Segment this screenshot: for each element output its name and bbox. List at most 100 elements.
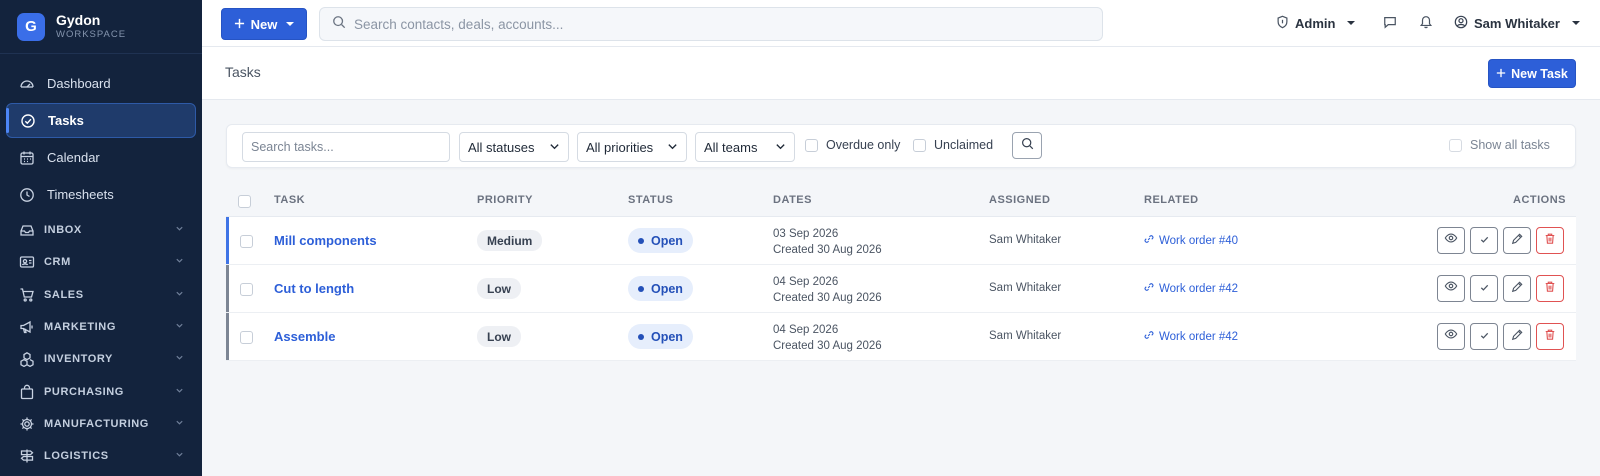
related-link[interactable]: Work order #42 [1144,330,1238,343]
column-header-priority[interactable]: PRIORITY [477,194,533,206]
sidebar-group-sales[interactable]: SALES [0,279,202,311]
sidebar-group-inbox[interactable]: INBOX [0,214,202,246]
status-dot [638,237,644,244]
chevron-down-icon [175,450,184,462]
bell-icon [1419,14,1433,32]
user-menu[interactable]: Sam Whitaker [1454,0,1580,46]
select-all-checkbox[interactable] [238,195,251,208]
brand[interactable]: G Gydon WORKSPACE [0,0,202,54]
column-header-dates[interactable]: DATES [773,194,812,206]
sidebar-item-tasks[interactable]: Tasks [6,103,196,138]
table-row[interactable]: Assemble Low Open 04 Sep 2026 Created 30… [226,313,1576,361]
inbox-icon [19,222,35,238]
status-badge: Open [628,228,693,253]
topbar: New Admin Sam Whitaker [202,0,1600,47]
edit-button[interactable] [1503,275,1531,302]
eye-icon [1444,279,1458,298]
task-title-link[interactable]: Cut to length [274,281,354,296]
table-header: TASK PRIORITY STATUS DATES ASSIGNED RELA… [226,185,1576,217]
delete-button[interactable] [1536,275,1564,302]
check-icon [1479,280,1490,298]
plus-icon [234,17,245,32]
global-search[interactable] [319,7,1103,41]
plus-icon [1496,67,1506,81]
sidebar-group-label: MANUFACTURING [44,417,149,430]
status-label: Open [651,329,683,344]
show-all-tasks-checkbox[interactable]: Show all tasks [1449,138,1550,152]
role-switcher[interactable]: Admin [1276,0,1356,46]
eye-icon [1444,231,1458,250]
row-checkbox[interactable] [240,235,253,248]
delete-button[interactable] [1536,227,1564,254]
task-dates: 04 Sep 2026 Created 30 Aug 2026 [773,322,882,354]
related-link[interactable]: Work order #42 [1144,282,1238,295]
edit-button[interactable] [1503,227,1531,254]
column-header-related[interactable]: RELATED [1144,194,1199,206]
sidebar-item-timesheets[interactable]: Timesheets [6,177,196,212]
task-title-link[interactable]: Mill components [274,233,377,248]
trash-icon [1544,328,1556,346]
boxes-icon [19,351,35,368]
user-avatar-icon [1454,15,1468,32]
column-header-actions: ACTIONS [1513,194,1566,206]
sidebar-group-manufacturing[interactable]: MANUFACTURING [0,408,202,440]
complete-button[interactable] [1470,323,1498,350]
task-dates: 03 Sep 2026 Created 30 Aug 2026 [773,226,882,258]
checkbox-box[interactable] [1449,138,1462,152]
priority-filter-select[interactable]: All priorities [577,132,687,162]
edit-button[interactable] [1503,323,1531,350]
checkbox-box[interactable] [805,138,818,152]
link-icon [1144,330,1154,343]
new-button[interactable]: New [221,8,307,40]
messages-button[interactable] [1383,0,1397,46]
search-icon [332,15,346,34]
task-search-input[interactable] [251,140,441,154]
gear-icon [19,416,35,432]
task-title-link[interactable]: Assemble [274,329,335,344]
related-label: Work order #42 [1159,282,1239,295]
sidebar-item-calendar[interactable]: Calendar [6,140,196,175]
apply-search-button[interactable] [1012,132,1042,159]
complete-button[interactable] [1470,275,1498,302]
row-actions [1437,227,1564,254]
view-button[interactable] [1437,275,1465,302]
sidebar-group-inventory[interactable]: INVENTORY [0,343,202,375]
priority-badge: Medium [477,230,543,251]
row-checkbox[interactable] [240,331,253,344]
table-row[interactable]: Cut to length Low Open 04 Sep 2026 Creat… [226,265,1576,313]
task-search[interactable] [242,132,450,162]
complete-button[interactable] [1470,227,1498,254]
notifications-button[interactable] [1419,0,1433,46]
column-header-assigned[interactable]: ASSIGNED [989,194,1050,206]
created-date: Created 30 Aug 2026 [773,244,882,256]
overdue-only-label: Overdue only [826,138,901,152]
sidebar: G Gydon WORKSPACE Dashboard Tasks Calend… [0,0,202,476]
column-header-status[interactable]: STATUS [628,194,673,206]
view-button[interactable] [1437,323,1465,350]
global-search-input[interactable] [354,16,1054,32]
new-task-button[interactable]: New Task [1488,59,1576,88]
caret-down-icon [1571,21,1580,25]
view-button[interactable] [1437,227,1465,254]
sidebar-group-purchasing[interactable]: PURCHASING [0,375,202,407]
table-row[interactable]: Mill components Medium Open 03 Sep 2026 … [226,217,1576,265]
team-filter-select[interactable]: All teams [695,132,795,162]
related-link[interactable]: Work order #40 [1144,234,1238,247]
unclaimed-checkbox[interactable]: Unclaimed [913,138,993,152]
sidebar-group-label: PURCHASING [44,385,124,398]
check-icon [1479,328,1490,346]
row-checkbox[interactable] [240,283,253,296]
sidebar-group-logistics[interactable]: LOGISTICS [0,440,202,472]
column-header-task[interactable]: TASK [274,194,305,206]
sidebar-group-crm[interactable]: CRM [0,246,202,278]
sidebar-group-marketing[interactable]: MARKETING [0,311,202,343]
checkbox-box[interactable] [913,138,926,152]
sidebar-item-label: Timesheets [47,187,114,202]
status-filter-select[interactable]: All statuses [459,132,569,162]
sidebar-item-dashboard[interactable]: Dashboard [6,66,196,101]
sidebar-group-label: LOGISTICS [44,450,109,463]
delete-button[interactable] [1536,323,1564,350]
created-date: Created 30 Aug 2026 [773,292,882,304]
overdue-only-checkbox[interactable]: Overdue only [805,138,900,152]
status-dot [638,333,644,340]
